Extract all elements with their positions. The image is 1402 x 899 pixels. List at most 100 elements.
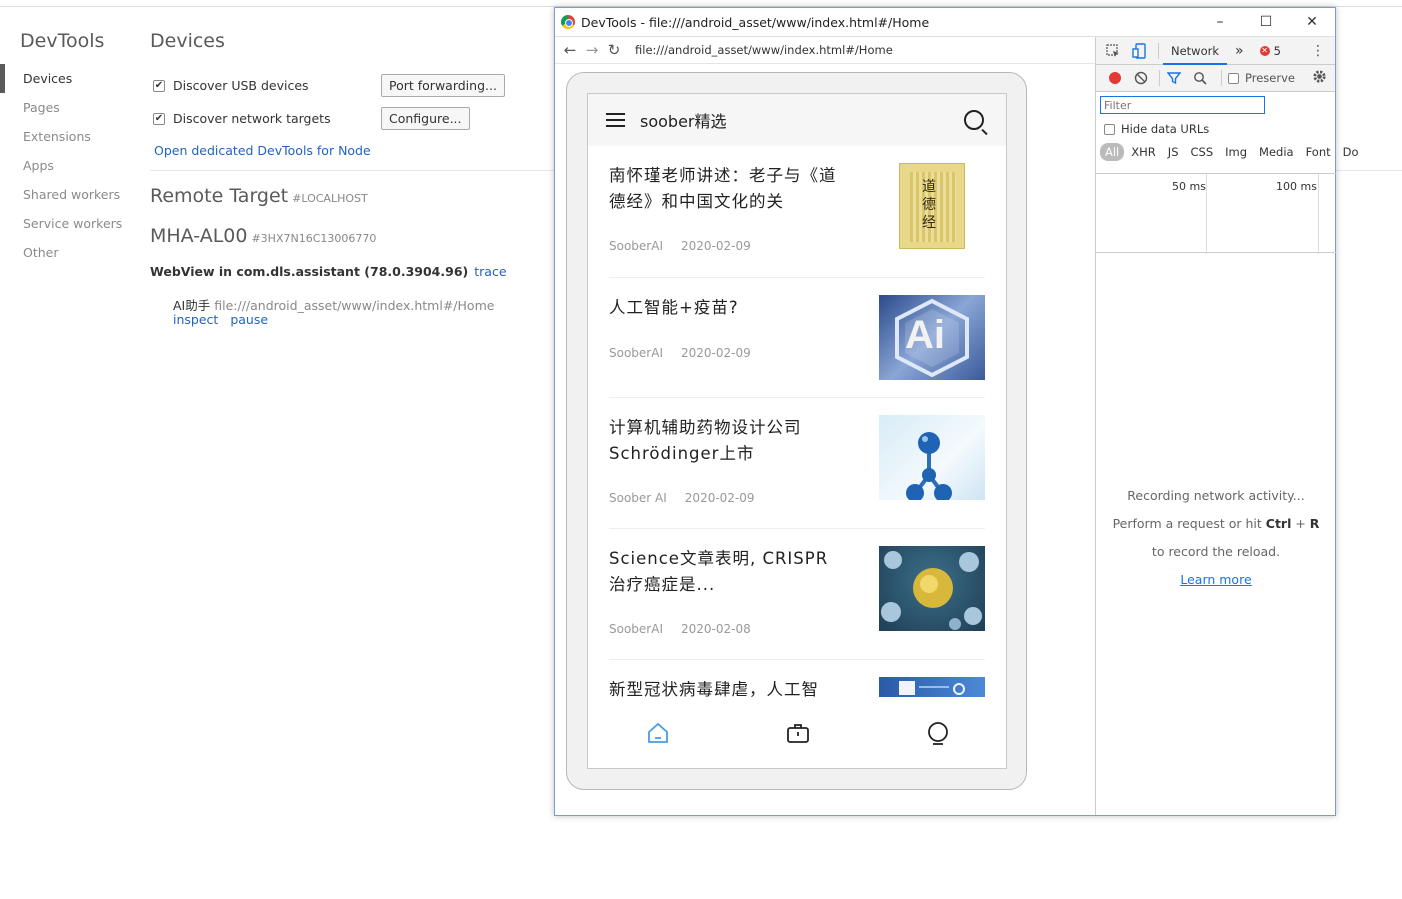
back-arrow-icon[interactable]: ← <box>559 41 581 59</box>
chrome-logo-icon <box>561 15 575 29</box>
type-filter-media[interactable]: Media <box>1254 143 1299 161</box>
maximize-button[interactable]: ☐ <box>1243 8 1289 37</box>
ai-thumb-text: Ai <box>905 313 945 357</box>
sidebar-item-devices[interactable]: Devices <box>0 64 130 93</box>
target-name: AI助手 <box>173 298 211 313</box>
webview-line: WebView in com.dls.assistant (78.0.3904.… <box>150 264 507 279</box>
discover-usb-row[interactable]: ✔ Discover USB devices <box>153 78 309 93</box>
type-filter-js[interactable]: JS <box>1163 143 1184 161</box>
learn-more-link[interactable]: Learn more <box>1096 572 1336 587</box>
hide-data-urls-row[interactable]: Hide data URLs <box>1096 118 1335 140</box>
clear-icon[interactable] <box>1130 68 1152 88</box>
type-filter-css[interactable]: CSS <box>1186 143 1219 161</box>
reload-hint-line2: to record the reload. <box>1151 544 1281 559</box>
more-tabs-button[interactable]: » <box>1227 37 1252 65</box>
article-title: 南怀瑾老师讲述：老子与《道德经》和中国文化的关 <box>609 166 837 211</box>
error-count: 5 <box>1273 43 1281 58</box>
screencast-url[interactable]: file:///android_asset/www/index.html#/Ho… <box>635 43 893 57</box>
search-icon[interactable] <box>964 110 984 130</box>
type-filter-img[interactable]: Img <box>1220 143 1252 161</box>
target-actions: inspect pause <box>173 312 280 327</box>
device-model: MHA-AL00 <box>150 225 248 247</box>
type-filter-all[interactable]: All <box>1100 143 1125 161</box>
close-button[interactable]: ✕ <box>1289 8 1335 37</box>
timeline-tick-50: 50 ms <box>1172 180 1206 193</box>
article-title: 计算机辅助药物设计公司Schrödinger上市 <box>609 418 802 463</box>
inspect-sidebar: Devices Pages Extensions Apps Shared wor… <box>0 64 130 267</box>
configure-button[interactable]: Configure... <box>381 107 470 130</box>
timeline-gridline <box>1206 174 1207 254</box>
forward-arrow-icon[interactable]: → <box>581 41 603 59</box>
article-title: Science文章表明, CRISPR治疗癌症是... <box>609 549 829 594</box>
kebab-menu-icon[interactable]: ⋮ <box>1311 43 1325 59</box>
sidebar-item-extensions[interactable]: Extensions <box>0 122 130 151</box>
settings-gear-icon[interactable] <box>1312 69 1327 87</box>
article-meta: SooberAI 2020-02-09 <box>609 239 751 253</box>
device-screen: soober精选 南怀瑾老师讲述：老子与《道德经》和中国文化的关 SooberA… <box>587 93 1007 769</box>
article-date: 2020-02-08 <box>680 622 751 636</box>
discover-usb-checkbox[interactable]: ✔ <box>153 79 165 92</box>
article-thumbnail-book: 道德经 <box>899 163 965 249</box>
article-list: 南怀瑾老师讲述：老子与《道德经》和中国文化的关 SooberAI 2020-02-… <box>609 146 985 698</box>
article-thumbnail-cells <box>879 546 985 631</box>
home-icon[interactable] <box>638 718 678 748</box>
sidebar-item-service-workers[interactable]: Service workers <box>0 209 130 238</box>
network-overview-timeline: 50 ms 100 ms <box>1096 173 1336 254</box>
devtools-window: DevTools - file:///android_asset/www/ind… <box>554 7 1359 816</box>
app-bottom-nav <box>588 698 1006 768</box>
article-item[interactable]: Science文章表明, CRISPR治疗癌症是... SooberAI 2020… <box>609 529 985 660</box>
sidebar-item-apps[interactable]: Apps <box>0 151 130 180</box>
port-forwarding-button[interactable]: Port forwarding... <box>381 74 505 97</box>
inspect-link[interactable]: inspect <box>173 312 218 327</box>
article-title: 新型冠状病毒肆虐，人工智 <box>609 680 819 698</box>
filter-input[interactable] <box>1100 96 1265 114</box>
discover-network-checkbox[interactable]: ✔ <box>153 112 165 125</box>
minimize-button[interactable]: – <box>1197 8 1243 37</box>
article-item[interactable]: 人工智能+疫苗? SooberAI 2020-02-09 Ai <box>609 278 985 398</box>
article-title: 人工智能+疫苗? <box>609 298 739 317</box>
pause-link[interactable]: pause <box>230 312 268 327</box>
device-frame: soober精选 南怀瑾老师讲述：老子与《道德经》和中国文化的关 SooberA… <box>566 72 1027 790</box>
window-title: DevTools - file:///android_asset/www/ind… <box>581 14 930 30</box>
profile-icon[interactable] <box>918 718 958 748</box>
type-filter-font[interactable]: Font <box>1301 143 1336 161</box>
reload-hint: Perform a request or hit Ctrl + R <box>1096 516 1336 531</box>
trace-link[interactable]: trace <box>474 264 506 279</box>
inspect-app-title: DevTools <box>20 30 105 52</box>
timeline-tick-100: 100 ms <box>1276 180 1317 193</box>
search-icon[interactable] <box>1189 68 1211 88</box>
menu-icon[interactable] <box>606 113 626 127</box>
discover-usb-label: Discover USB devices <box>173 78 309 93</box>
article-item[interactable]: 新型冠状病毒肆虐，人工智 <box>609 660 985 698</box>
briefcase-icon[interactable] <box>778 718 818 748</box>
target-url: file:///android_asset/www/index.html#/Ho… <box>214 298 495 313</box>
record-icon[interactable] <box>1104 68 1126 88</box>
resource-type-filters: All XHR JS CSS Img Media Font Do <box>1096 140 1359 164</box>
sidebar-item-other[interactable]: Other <box>0 238 130 267</box>
reload-icon[interactable]: ↻ <box>603 41 625 59</box>
preserve-log-label: Preserve <box>1245 71 1295 85</box>
window-titlebar: DevTools - file:///android_asset/www/ind… <box>555 8 1335 37</box>
network-toolbar: Preserve <box>1096 65 1335 92</box>
sidebar-item-shared-workers[interactable]: Shared workers <box>0 180 130 209</box>
timeline-gridline <box>1318 174 1319 254</box>
sidebar-item-pages[interactable]: Pages <box>0 93 130 122</box>
article-source: SooberAI <box>609 622 663 636</box>
inspect-element-icon[interactable] <box>1102 41 1124 61</box>
article-item[interactable]: 南怀瑾老师讲述：老子与《道德经》和中国文化的关 SooberAI 2020-02-… <box>609 146 985 278</box>
screencast-navbar: ← → ↻ file:///android_asset/www/index.ht… <box>555 37 1095 64</box>
article-meta: SooberAI 2020-02-08 <box>609 622 751 636</box>
preserve-log-checkbox[interactable] <box>1228 72 1239 84</box>
device-toolbar-icon[interactable] <box>1128 41 1150 61</box>
error-counter[interactable]: ✕ 5 <box>1259 43 1281 58</box>
node-devtools-link[interactable]: Open dedicated DevTools for Node <box>154 143 371 158</box>
type-filter-xhr[interactable]: XHR <box>1126 143 1161 161</box>
article-meta: Soober AI 2020-02-09 <box>609 491 755 505</box>
discover-network-row[interactable]: ✔ Discover network targets <box>153 111 331 126</box>
hide-data-urls-checkbox[interactable] <box>1104 123 1115 135</box>
article-date: 2020-02-09 <box>684 491 755 505</box>
tab-network[interactable]: Network <box>1163 37 1228 65</box>
filter-icon[interactable] <box>1163 68 1185 88</box>
article-item[interactable]: 计算机辅助药物设计公司Schrödinger上市 Soober AI 2020-0… <box>609 398 985 529</box>
type-filter-doc[interactable]: Do <box>1338 143 1364 161</box>
